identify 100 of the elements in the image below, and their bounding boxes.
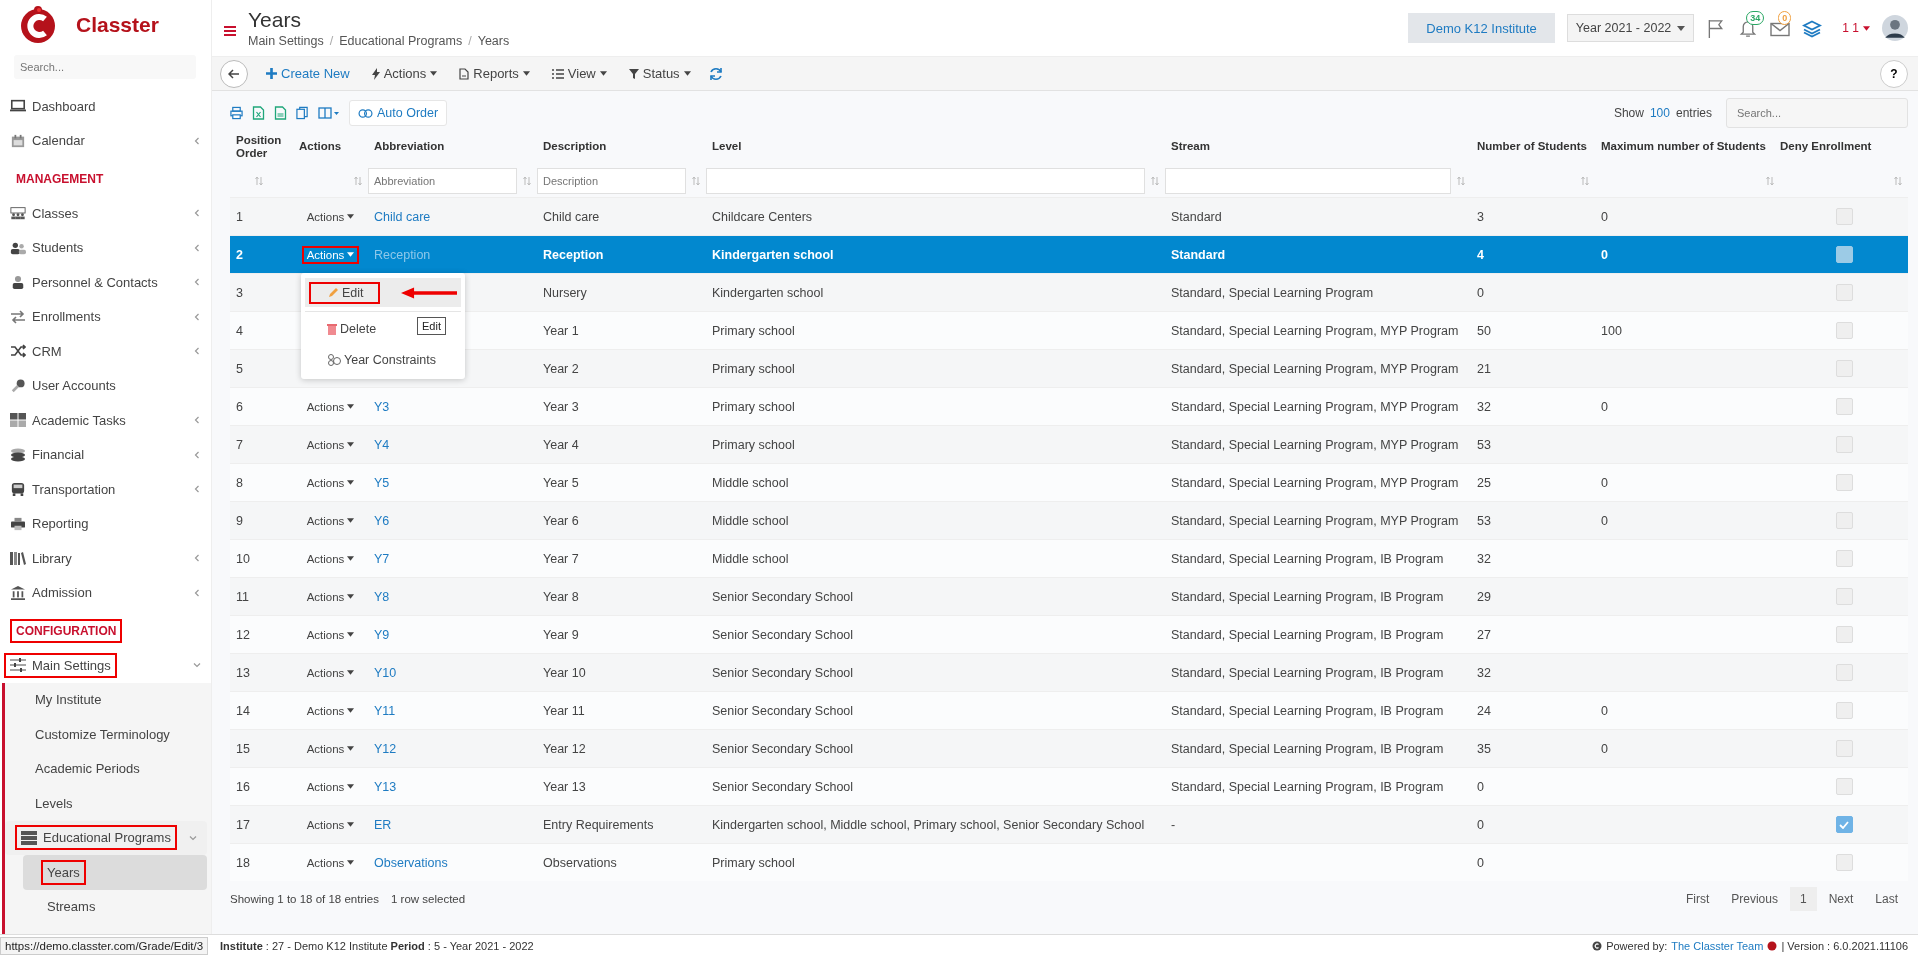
sort-icon[interactable] — [523, 176, 531, 186]
nav-item[interactable]: Reporting — [0, 506, 211, 541]
table-row[interactable]: 2 Actions Reception Reception Kindergarten school Standard 4 0 — [230, 235, 1908, 273]
actions-dropdown[interactable]: Actions — [301, 207, 360, 226]
sort-icon[interactable] — [1581, 176, 1589, 186]
sort-icon[interactable] — [1894, 176, 1902, 186]
nav-item[interactable]: Main Settings — [0, 648, 211, 683]
abbreviation-link[interactable]: Y11 — [374, 703, 396, 718]
page-size-select[interactable]: 100 — [1649, 106, 1670, 120]
abbreviation-link[interactable]: Y7 — [374, 551, 390, 566]
sort-icon[interactable] — [354, 176, 362, 186]
table-row[interactable]: 13 Actions Y10 Year 10 Senior Secondary School Standard, Special Learning Program, IB Program 32 — [230, 653, 1908, 691]
nav-item[interactable]: Transportation — [0, 472, 211, 507]
actions-dropdown[interactable]: Actions — [301, 777, 360, 796]
pagination-button[interactable]: First — [1675, 887, 1720, 911]
filter-field[interactable]: Description — [537, 168, 686, 194]
filter-field[interactable] — [1165, 168, 1451, 194]
nav-item[interactable]: Academic Tasks — [0, 403, 211, 438]
nav-item[interactable]: Enrollments — [0, 299, 211, 334]
abbreviation-link[interactable]: Y8 — [374, 589, 390, 604]
abbreviation-link[interactable]: Child care — [374, 209, 431, 224]
nav-item[interactable]: Personnel & Contacts — [0, 265, 211, 300]
checkbox[interactable] — [1835, 284, 1853, 301]
filter-field[interactable]: Abbreviation — [368, 168, 517, 194]
abbreviation-link[interactable]: Y12 — [374, 741, 397, 756]
sort-icon[interactable] — [1151, 176, 1159, 186]
actions-dropdown[interactable]: Actions — [301, 245, 360, 264]
nav-item[interactable]: Classes — [0, 196, 211, 231]
checkbox[interactable] — [1835, 360, 1853, 377]
abbreviation-link[interactable]: Y3 — [374, 399, 390, 414]
nav-item[interactable]: Financial — [0, 437, 211, 472]
checkbox[interactable] — [1835, 436, 1853, 453]
abbreviation-link[interactable]: Y4 — [374, 437, 390, 452]
nav-item[interactable]: Admission — [0, 575, 211, 610]
pagination-button[interactable]: Last — [1865, 887, 1908, 911]
sort-icon[interactable] — [1766, 176, 1774, 186]
nav-item[interactable]: User Accounts — [0, 368, 211, 403]
checkbox[interactable] — [1835, 512, 1853, 529]
abbreviation-link[interactable]: Observations — [374, 855, 448, 870]
toolbar-button[interactable]: Create New — [258, 62, 358, 85]
toolbar-button[interactable]: Status — [620, 62, 699, 85]
breadcrumb-link[interactable]: Years — [477, 34, 510, 48]
nav-item[interactable]: My Institute — [5, 682, 211, 717]
actions-dropdown[interactable]: Actions — [301, 625, 360, 644]
nav-item[interactable]: Customize Terminology — [5, 717, 211, 752]
nav-item[interactable]: Library — [0, 541, 211, 576]
table-row[interactable]: 15 Actions Y12 Year 12 Senior Secondary School Standard, Special Learning Program, IB Program 35 0 — [230, 729, 1908, 767]
nav-item[interactable]: Educational Programs — [5, 820, 207, 855]
sort-icon[interactable] — [254, 176, 263, 186]
checkbox[interactable] — [1835, 626, 1853, 643]
toolbar-button[interactable]: View — [543, 62, 615, 85]
column-header[interactable]: Abbreviation — [368, 140, 537, 154]
checkbox[interactable] — [1835, 664, 1853, 681]
nav-item[interactable]: Years — [23, 855, 207, 890]
abbreviation-link[interactable]: Y13 — [374, 779, 397, 794]
actions-dropdown[interactable]: Actions — [301, 701, 360, 720]
search-field[interactable]: Search... — [14, 54, 196, 79]
checkbox[interactable] — [1835, 550, 1853, 567]
nav-item[interactable]: Levels — [5, 786, 211, 821]
layers-icon[interactable] — [1802, 18, 1823, 38]
user-name[interactable]: 1 1 — [1842, 21, 1859, 35]
table-row[interactable]: 11 Actions Y8 Year 8 Senior Secondary School Standard, Special Learning Program, IB Program 29 — [230, 577, 1908, 615]
checkbox[interactable] — [1835, 588, 1853, 605]
actions-dropdown[interactable]: Actions — [301, 473, 360, 492]
spreadsheet-icon[interactable] — [252, 106, 265, 120]
nav-item[interactable]: Calendar — [0, 123, 211, 158]
abbreviation-link[interactable]: Y10 — [374, 665, 397, 680]
actions-dropdown[interactable]: Actions — [301, 853, 360, 872]
pagination-button[interactable]: Next — [1818, 887, 1864, 911]
year-select[interactable]: Year 2021 - 2022 — [1566, 14, 1695, 42]
actions-dropdown[interactable]: Actions — [301, 739, 360, 758]
actions-dropdown[interactable]: Actions — [301, 397, 360, 416]
auto-order-button[interactable]: Auto Order — [349, 100, 448, 126]
table-row[interactable]: 9 Actions Y6 Year 6 Middle school Standard, Special Learning Program, MYP Program 53 0 — [230, 501, 1908, 539]
checkbox[interactable] — [1835, 778, 1853, 795]
actions-dropdown[interactable]: Actions — [301, 549, 360, 568]
actions-dropdown[interactable]: Actions — [301, 435, 360, 454]
breadcrumb-link[interactable]: Main Settings — [248, 34, 324, 48]
abbreviation-link[interactable]: ER — [374, 817, 392, 832]
checkbox[interactable] — [1835, 322, 1853, 339]
caret-icon[interactable] — [1863, 25, 1870, 31]
checkbox[interactable] — [1835, 702, 1853, 719]
toolbar-button[interactable]: Reports — [451, 62, 538, 85]
nav-item[interactable]: CRM — [0, 334, 211, 369]
actions-dropdown[interactable]: Actions — [301, 511, 360, 530]
refresh-icon[interactable] — [708, 66, 723, 81]
team-link[interactable]: The Classter Team — [1671, 940, 1764, 952]
nav-item[interactable]: Streams — [5, 889, 211, 924]
column-header[interactable]: Stream — [1165, 140, 1471, 154]
abbreviation-link[interactable]: Y5 — [374, 475, 390, 490]
breadcrumb-link[interactable]: Educational Programs — [339, 34, 463, 48]
search-field[interactable]: Search... — [1726, 98, 1908, 128]
nav-item[interactable]: Academic Periods — [5, 751, 211, 786]
column-header[interactable]: Maximum number of Students — [1595, 140, 1780, 154]
column-header[interactable]: Actions — [293, 140, 368, 154]
checkbox[interactable] — [1835, 246, 1853, 263]
institute-button[interactable]: Demo K12 Institute — [1408, 13, 1555, 43]
column-header[interactable]: Level — [706, 140, 1165, 154]
actions-dropdown[interactable]: Actions — [301, 663, 360, 682]
back-button[interactable] — [220, 59, 248, 88]
